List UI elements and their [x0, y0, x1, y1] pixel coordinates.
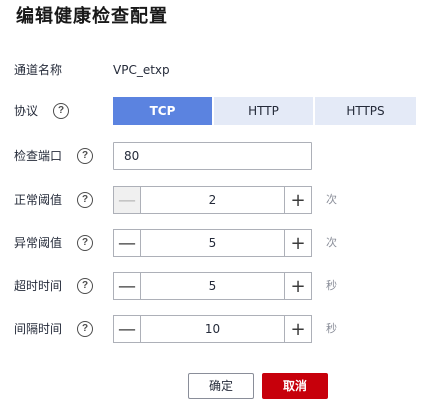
check-port-input[interactable]: 80	[113, 142, 312, 170]
interval-help-icon[interactable]: ?	[77, 321, 93, 337]
check-port-help-icon[interactable]: ?	[77, 148, 93, 164]
interval-minus-icon[interactable]: —	[114, 316, 141, 342]
interval-input[interactable]: 10	[141, 316, 284, 342]
interval-stepper: — 10 +	[113, 315, 312, 343]
healthy-threshold-plus-icon[interactable]: +	[284, 187, 311, 213]
check-port-row: 检查端口 ? 80	[0, 142, 421, 170]
interval-label: 间隔时间	[14, 322, 63, 336]
protocol-option-http[interactable]: HTTP	[214, 97, 315, 125]
timeout-minus-icon[interactable]: —	[114, 273, 141, 299]
unhealthy-threshold-row: 异常阈值 ? — 5 + 次	[0, 229, 421, 257]
healthy-threshold-input[interactable]: 2	[141, 187, 284, 213]
timeout-help-icon[interactable]: ?	[77, 278, 93, 294]
channel-name-row: 通道名称 VPC_etxp	[0, 56, 421, 84]
unhealthy-threshold-input[interactable]: 5	[141, 230, 284, 256]
interval-unit: 秒	[326, 322, 337, 335]
healthy-threshold-label: 正常阈值	[14, 193, 63, 207]
unhealthy-threshold-minus-icon[interactable]: —	[114, 230, 141, 256]
unhealthy-threshold-label: 异常阈值	[14, 236, 63, 250]
unhealthy-threshold-plus-icon[interactable]: +	[284, 230, 311, 256]
channel-name-label: 通道名称	[14, 63, 63, 77]
timeout-label: 超时时间	[14, 279, 63, 293]
timeout-input[interactable]: 5	[141, 273, 284, 299]
timeout-plus-icon[interactable]: +	[284, 273, 311, 299]
healthy-threshold-unit: 次	[326, 193, 337, 206]
protocol-label: 协议	[14, 104, 39, 118]
unhealthy-threshold-help-icon[interactable]: ?	[77, 235, 93, 251]
protocol-row: 协议 ? TCP HTTP HTTPS	[0, 97, 421, 125]
timeout-unit: 秒	[326, 279, 337, 292]
timeout-stepper: — 5 +	[113, 272, 312, 300]
unhealthy-threshold-unit: 次	[326, 236, 337, 249]
check-port-label: 检查端口	[14, 149, 63, 163]
protocol-option-tcp[interactable]: TCP	[113, 97, 214, 125]
healthy-threshold-row: 正常阈值 ? — 2 + 次	[0, 186, 421, 214]
ok-button[interactable]: 确定	[188, 373, 254, 399]
protocol-option-https[interactable]: HTTPS	[315, 97, 416, 125]
channel-name-value: VPC_etxp	[113, 63, 170, 77]
healthy-threshold-minus-icon[interactable]: —	[114, 187, 141, 213]
interval-plus-icon[interactable]: +	[284, 316, 311, 342]
protocol-selector: TCP HTTP HTTPS	[113, 97, 416, 125]
interval-row: 间隔时间 ? — 10 + 秒	[0, 315, 421, 343]
healthy-threshold-stepper: — 2 +	[113, 186, 312, 214]
dialog-title: 编辑健康检查配置	[16, 6, 168, 27]
protocol-help-icon[interactable]: ?	[53, 103, 69, 119]
healthy-threshold-help-icon[interactable]: ?	[77, 192, 93, 208]
timeout-row: 超时时间 ? — 5 + 秒	[0, 272, 421, 300]
cancel-button[interactable]: 取消	[262, 373, 328, 399]
unhealthy-threshold-stepper: — 5 +	[113, 229, 312, 257]
